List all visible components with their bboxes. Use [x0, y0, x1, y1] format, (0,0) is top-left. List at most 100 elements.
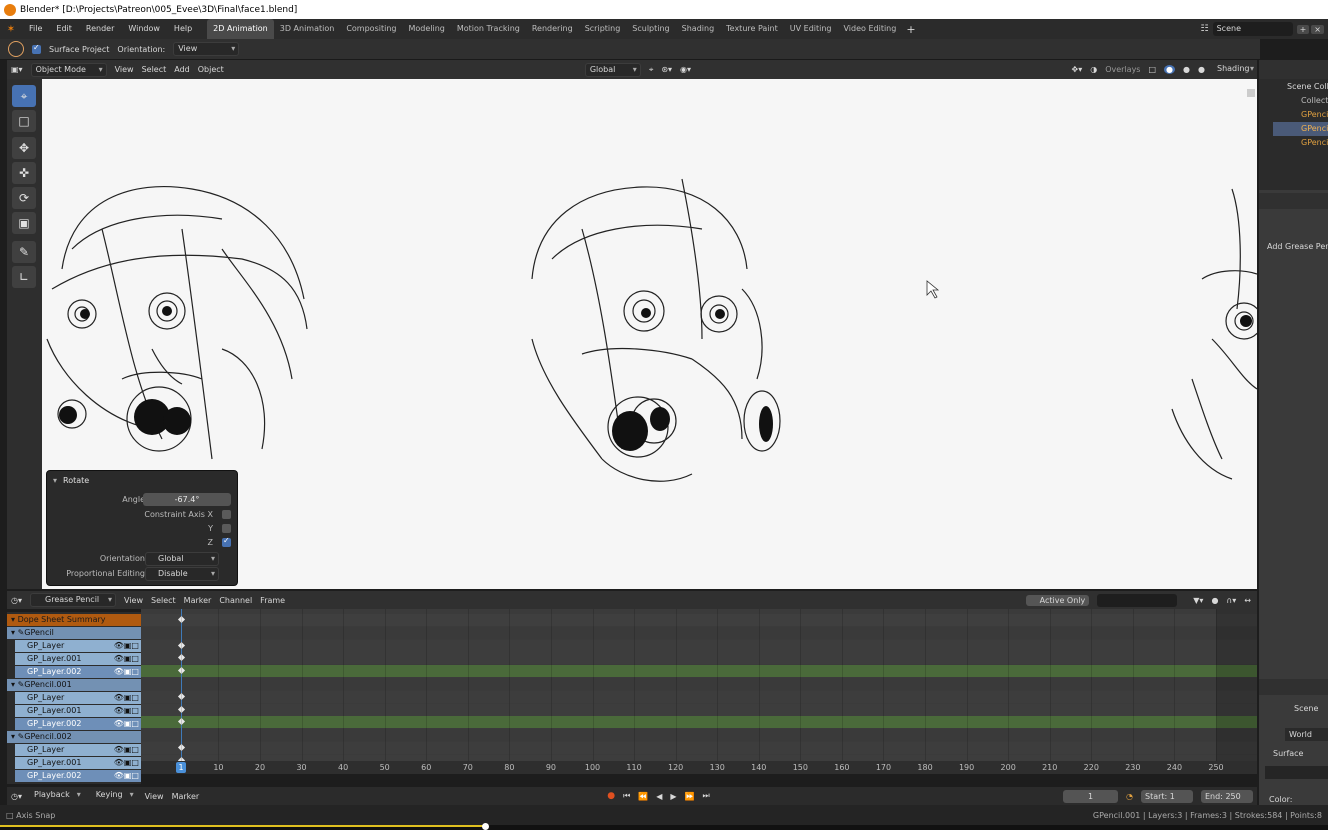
expand-icon[interactable]: ▾: [11, 628, 15, 637]
surface-project-checkbox[interactable]: [32, 43, 41, 54]
angle-field[interactable]: -67.4°: [143, 493, 231, 506]
tab-modeling[interactable]: Modeling: [402, 19, 450, 39]
redo-orientation-dropdown[interactable]: Global: [145, 552, 219, 566]
keying-dropdown[interactable]: Keying: [92, 789, 137, 803]
end-frame-field[interactable]: End: 250: [1201, 789, 1253, 803]
scene-name-field[interactable]: Scene: [1212, 22, 1293, 36]
record-button[interactable]: ●: [607, 791, 615, 801]
next-keyframe-button[interactable]: ⏩: [685, 792, 695, 801]
expand-icon[interactable]: ▾: [11, 732, 15, 741]
proportional-icon[interactable]: ◉▾: [680, 65, 691, 74]
gizmo-icon[interactable]: ✥▾: [1072, 65, 1083, 74]
dope-sheet-summary-row[interactable]: ▾ Dope Sheet Summary: [7, 614, 141, 626]
layer-toggles-icon[interactable]: 👁▣□: [114, 666, 139, 678]
dopesheet-search-field[interactable]: [1097, 593, 1178, 607]
preview-range-icon[interactable]: ◔: [1126, 792, 1133, 801]
outliner-gpencil-1[interactable]: GPencil: [1301, 110, 1328, 119]
overlays-icon[interactable]: ◑: [1090, 65, 1097, 74]
blender-menu-icon[interactable]: ✶: [0, 24, 22, 35]
snap-mode-icon[interactable]: ↔: [1244, 596, 1251, 605]
rotate-tool-icon[interactable]: ⟳: [12, 187, 36, 209]
layer-toggles-icon[interactable]: 👁▣□: [114, 640, 139, 652]
constraint-y-checkbox[interactable]: [222, 524, 231, 533]
annotate-tool-icon[interactable]: ✎: [12, 241, 36, 263]
menu-render[interactable]: Render: [79, 19, 121, 39]
dopesheet-menu-select[interactable]: Select: [151, 596, 176, 605]
surface-field[interactable]: [1265, 766, 1328, 779]
timeline-menu-marker[interactable]: Marker: [172, 792, 200, 801]
shading-material-icon[interactable]: ●: [1183, 65, 1190, 74]
surface-panel-header[interactable]: Surface: [1273, 749, 1303, 758]
jump-start-button[interactable]: ⏮: [623, 791, 630, 801]
play-reverse-button[interactable]: ◀: [656, 792, 662, 801]
measure-tool-icon[interactable]: ∟: [12, 266, 36, 288]
select-box-icon[interactable]: □: [12, 110, 36, 132]
layer-toggles-icon[interactable]: 👁▣□: [114, 757, 139, 769]
mode-dropdown[interactable]: Object Mode: [30, 62, 107, 77]
start-frame-field[interactable]: Start: 1: [1141, 789, 1193, 803]
dopesheet-mode-dropdown[interactable]: Grease Pencil: [30, 593, 116, 607]
channel-layer[interactable]: GP_Layer.001 👁▣□: [15, 705, 141, 717]
menu-edit[interactable]: Edit: [49, 19, 79, 39]
add-scene-icon[interactable]: +: [1296, 24, 1310, 34]
add-grease-pencil-button[interactable]: Add Grease Penc: [1267, 242, 1328, 251]
move-tool-icon[interactable]: ✜: [12, 162, 36, 184]
channel-layer[interactable]: GP_Layer 👁▣□: [15, 692, 141, 704]
constraint-x-checkbox[interactable]: [222, 510, 231, 519]
outliner-gpencil-3[interactable]: GPencil: [1301, 138, 1328, 147]
viewport-menu-view[interactable]: View: [115, 65, 134, 74]
shading-solid-icon[interactable]: ●: [1164, 65, 1176, 74]
tool-settings-icon[interactable]: [8, 41, 24, 57]
viewport-menu-add[interactable]: Add: [174, 65, 190, 74]
filter-icon[interactable]: ▼▾: [1193, 596, 1203, 605]
playback-dropdown[interactable]: Playback: [30, 789, 84, 803]
timeline-editor-type-icon[interactable]: ◷▾: [11, 792, 22, 801]
prev-keyframe-button[interactable]: ⏪: [638, 792, 648, 801]
active-only-toggle[interactable]: Active Only: [1025, 594, 1090, 606]
channel-layer[interactable]: GP_Layer 👁▣□: [15, 640, 141, 652]
scale-tool-icon[interactable]: ▣: [12, 212, 36, 234]
interpolation-icon[interactable]: ∩▾: [1226, 596, 1236, 605]
transform-orientation-dropdown[interactable]: Global: [584, 62, 641, 77]
layer-toggles-icon[interactable]: 👁▣□: [114, 705, 139, 717]
channel-layer-active[interactable]: GP_Layer.002 👁▣□: [15, 666, 141, 678]
layer-toggles-icon[interactable]: 👁▣□: [114, 692, 139, 704]
outliner-gpencil-2[interactable]: GPencil: [1273, 122, 1328, 136]
tab-2d-animation[interactable]: 2D Animation: [207, 19, 274, 39]
tab-compositing[interactable]: Compositing: [340, 19, 402, 39]
panel-collapse-icon[interactable]: ▾: [53, 476, 57, 485]
tab-sculpting[interactable]: Sculpting: [626, 19, 675, 39]
pivot-icon[interactable]: ⌖: [649, 65, 654, 75]
constraint-z-checkbox[interactable]: [222, 536, 231, 547]
channel-layer[interactable]: GP_Layer.001 👁▣□: [15, 757, 141, 769]
outliner-scene-collection[interactable]: Scene Colle: [1287, 82, 1328, 91]
tab-scripting[interactable]: Scripting: [579, 19, 627, 39]
scene-icon[interactable]: ☷: [1201, 24, 1209, 34]
timeline-menu-view[interactable]: View: [145, 792, 164, 801]
viewport-menu-object[interactable]: Object: [198, 65, 224, 74]
menu-file[interactable]: File: [22, 19, 49, 39]
layer-toggles-icon[interactable]: 👁▣□: [114, 718, 139, 730]
outliner-collection[interactable]: Collecti: [1301, 96, 1328, 105]
dopesheet-editor-type-icon[interactable]: ◷▾: [11, 596, 22, 605]
shading-rendered-icon[interactable]: ●: [1198, 65, 1205, 74]
remove-scene-icon[interactable]: ×: [1311, 24, 1324, 34]
xray-icon[interactable]: □: [1148, 65, 1156, 74]
channel-layer[interactable]: GP_Layer.001 👁▣□: [15, 653, 141, 665]
play-button[interactable]: ▶: [670, 792, 676, 801]
viewport-scroll-handle[interactable]: [1247, 89, 1255, 97]
world-field[interactable]: World: [1285, 728, 1328, 741]
proportional-editing-icon[interactable]: ●: [1211, 596, 1218, 605]
dopesheet-menu-view[interactable]: View: [124, 596, 143, 605]
menu-window[interactable]: Window: [121, 19, 167, 39]
tab-motion-tracking[interactable]: Motion Tracking: [451, 19, 526, 39]
tab-rendering[interactable]: Rendering: [526, 19, 579, 39]
jump-end-button[interactable]: ⏭: [703, 791, 710, 801]
tab-video-editing[interactable]: Video Editing: [838, 19, 903, 39]
layer-toggles-icon[interactable]: 👁▣□: [114, 770, 139, 782]
current-frame-field[interactable]: 1: [1063, 789, 1119, 803]
channel-layer-active[interactable]: GP_Layer.002 👁▣□: [15, 770, 141, 782]
shading-dropdown[interactable]: Shading: [1213, 63, 1257, 77]
editor-type-icon[interactable]: ▣▾: [11, 65, 23, 74]
overlays-label[interactable]: Overlays: [1105, 65, 1140, 74]
